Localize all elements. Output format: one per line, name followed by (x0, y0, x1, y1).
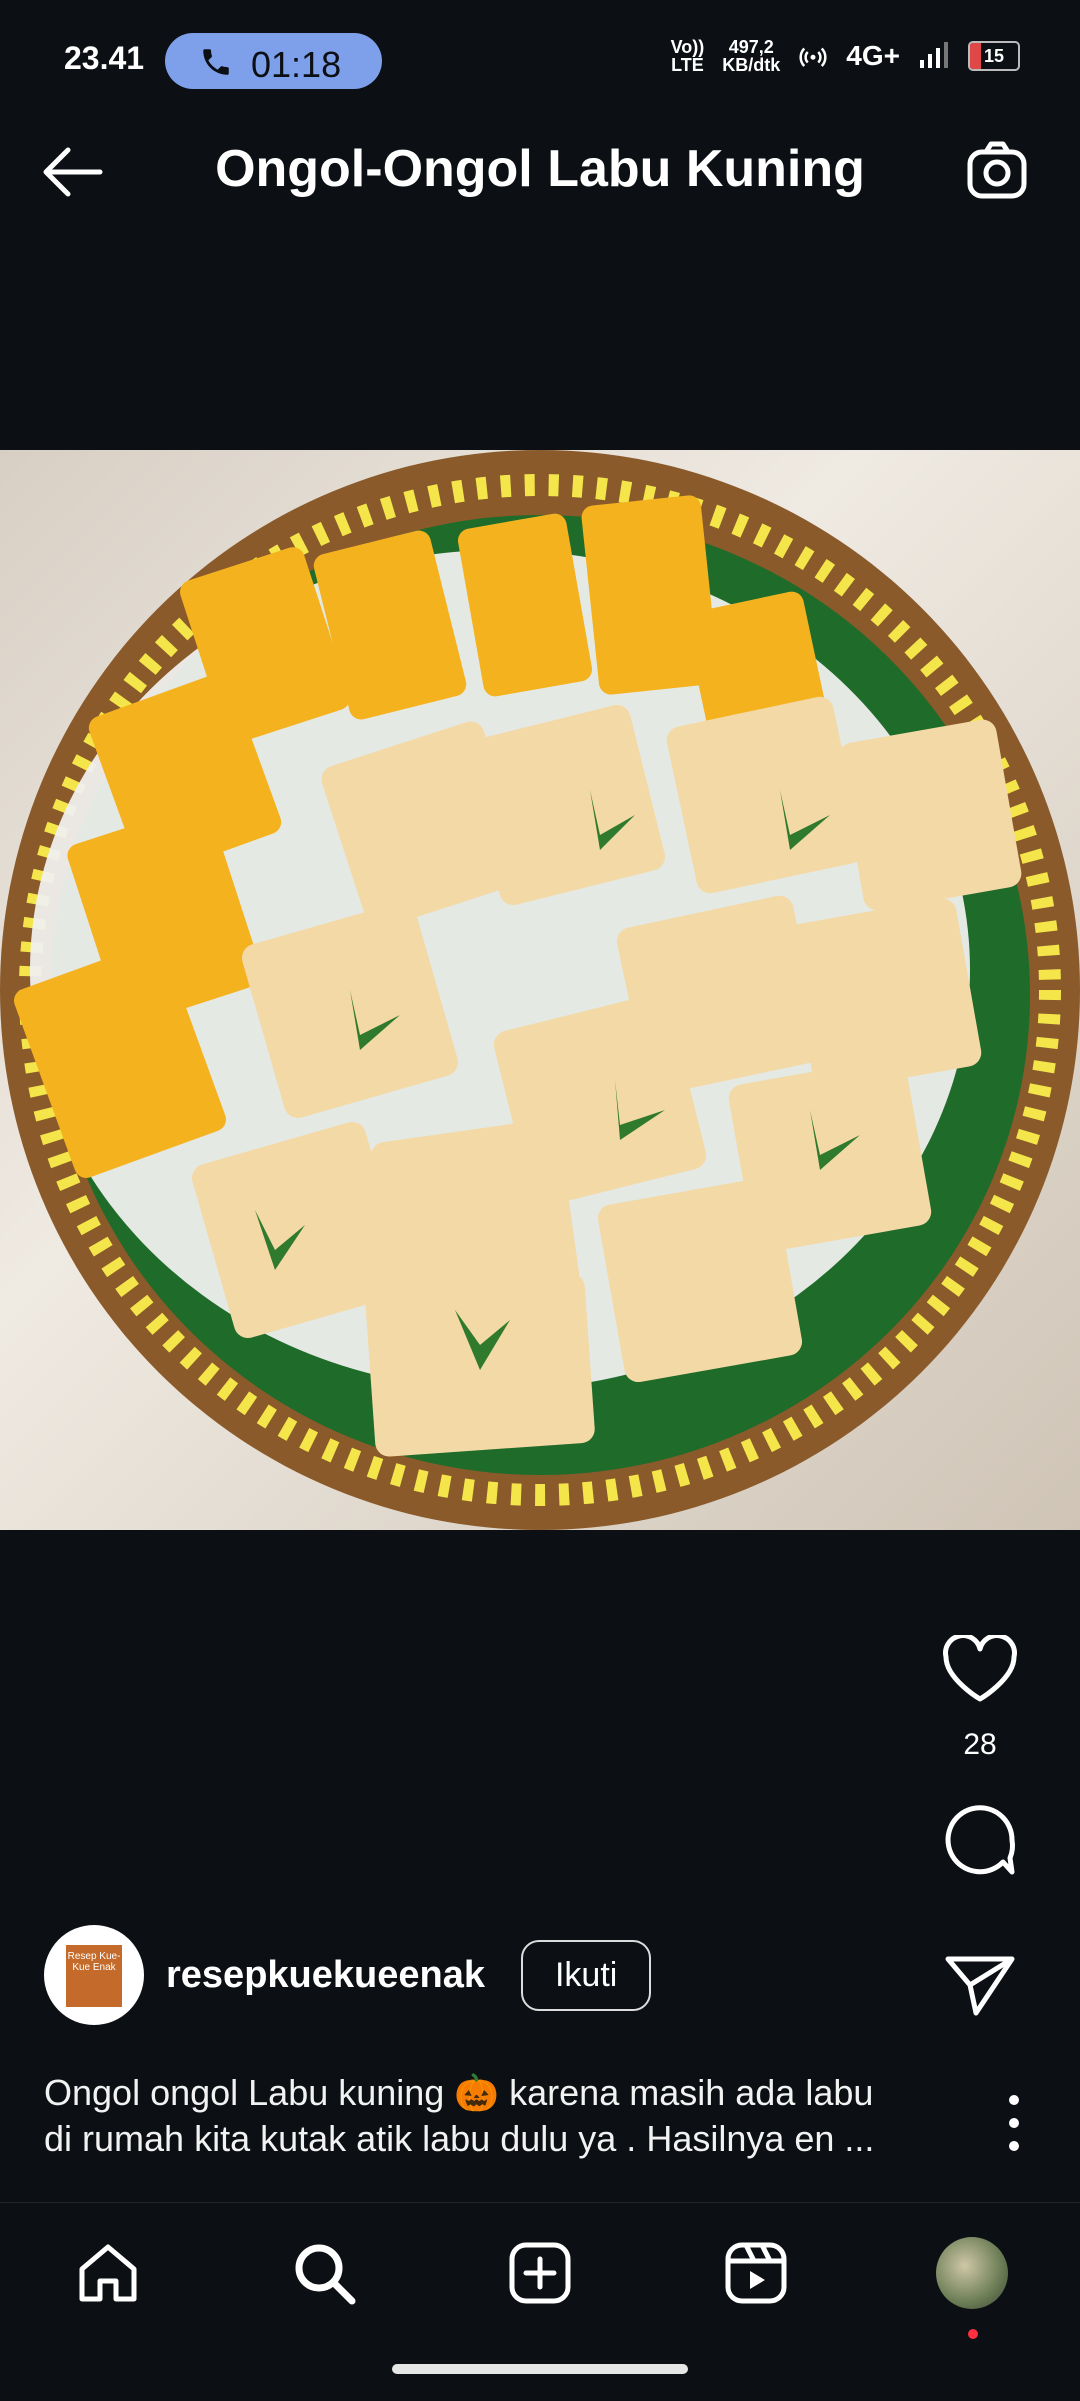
post-actions: 28 (920, 1633, 1040, 2022)
top-bar: Ongol-Ongol Labu Kuning (0, 95, 1080, 245)
post-author: Resep Kue-Kue Enak resepkuekueenak Ikuti (44, 1925, 652, 2025)
post-caption[interactable]: Ongol ongol Labu kuning 🎃 karena masih a… (44, 2070, 944, 2162)
battery-level: 15 (983, 46, 1005, 66)
home-indicator[interactable] (392, 2364, 688, 2374)
follow-button[interactable]: Ikuti (520, 1939, 652, 2011)
share-icon[interactable] (944, 1953, 1016, 2017)
nav-profile[interactable] (932, 2233, 1012, 2313)
page-title: Ongol-Ongol Labu Kuning (215, 140, 865, 198)
battery-indicator: 15 (968, 41, 1020, 71)
nav-home[interactable] (68, 2233, 148, 2313)
camera-icon[interactable] (966, 140, 1028, 200)
avatar[interactable]: Resep Kue-Kue Enak (44, 1925, 144, 2025)
ongoing-call-pill[interactable]: 01:18 (165, 33, 382, 89)
username[interactable]: resepkuekueenak (166, 1954, 485, 1997)
nav-search[interactable] (284, 2233, 364, 2313)
speed-value: 497,2 (728, 37, 774, 57)
search-icon (295, 2244, 356, 2305)
like-count[interactable]: 28 (920, 1728, 1040, 1762)
nav-reels[interactable] (716, 2233, 796, 2313)
volte-indicator: Vo)) LTE (671, 38, 705, 74)
profile-avatar (936, 2237, 1008, 2309)
speed-unit: KB/dtk (722, 55, 781, 75)
status-bar: 23.41 01:18 Vo)) LTE 497,2 KB/dtk 4G+ 15 (0, 0, 1080, 95)
status-indicators: Vo)) LTE 497,2 KB/dtk 4G+ 15 (671, 38, 1020, 74)
status-time: 23.41 (64, 40, 145, 76)
comment-icon[interactable] (942, 1802, 1018, 1878)
phone-icon (203, 49, 229, 75)
heart-icon[interactable] (942, 1633, 1018, 1705)
network-type: 4G+ (846, 40, 900, 71)
volte-text: Vo)) (670, 37, 705, 57)
food-photo (0, 450, 1080, 1530)
call-duration: 01:18 (251, 44, 342, 85)
create-icon (509, 2242, 571, 2304)
more-icon[interactable] (1006, 2090, 1022, 2156)
lte-text: LTE (671, 55, 704, 75)
signal-icon (920, 42, 948, 68)
network-speed: 497,2 KB/dtk (722, 38, 780, 74)
nav-create[interactable] (500, 2233, 580, 2313)
caption-line-1: Ongol ongol Labu kuning 🎃 karena masih a… (44, 2072, 874, 2113)
post-image[interactable] (0, 450, 1080, 1530)
notification-dot (968, 2329, 978, 2339)
hotspot-icon (799, 47, 827, 67)
avatar-logo: Resep Kue-Kue Enak (66, 1945, 122, 2007)
home-icon (79, 2244, 137, 2302)
reels-icon (725, 2242, 787, 2304)
caption-line-2: di rumah kita kutak atik labu dulu ya . … (44, 2118, 875, 2159)
